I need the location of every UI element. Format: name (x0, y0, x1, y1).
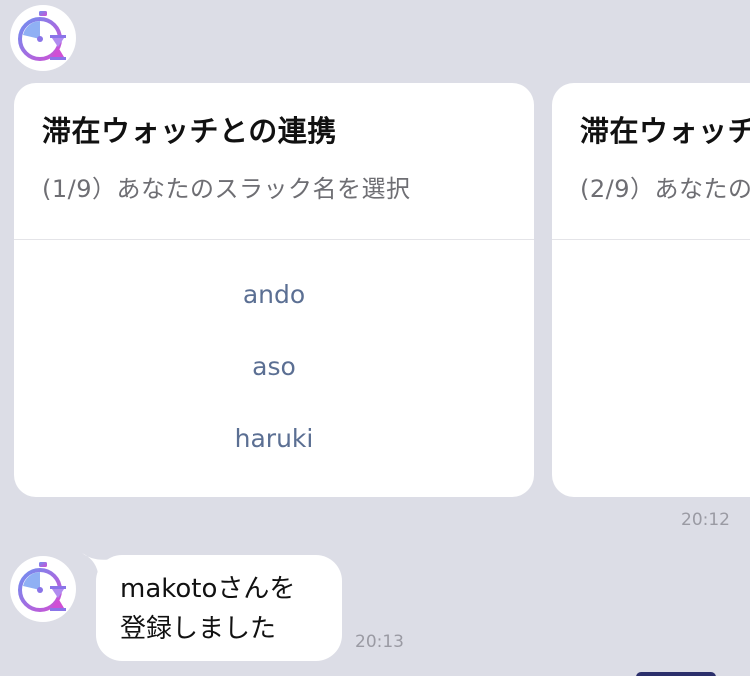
stopwatch-hourglass-icon (18, 562, 66, 612)
card-subtitle: (2/9）あなたのスラック名を選択 (580, 175, 750, 203)
stopwatch-hourglass-icon (18, 11, 66, 61)
card-subtitle: (1/9）あなたのスラック名を選択 (42, 175, 411, 203)
card-title: 滞在ウォッチとの連携 (42, 114, 337, 148)
card-header (552, 83, 750, 240)
next-message-peek (636, 672, 716, 676)
bot-avatar[interactable] (10, 556, 76, 622)
carousel-card-1: 滞在ウォッチとの連携 (1/9）あなたのスラック名を選択 ando aso ha… (14, 83, 534, 497)
chat-screen: 滞在ウォッチとの連携 (1/9）あなたのスラック名を選択 ando aso ha… (0, 0, 750, 676)
bot-avatar[interactable] (10, 5, 76, 71)
bubble-tail (82, 553, 112, 573)
carousel-timestamp: 20:12 (681, 510, 730, 530)
option-aso-button[interactable]: aso (14, 331, 534, 403)
option-ando-button[interactable]: ando (14, 259, 534, 331)
option-haruki-button[interactable]: haruki (14, 403, 534, 475)
message-bubble[interactable]: makotoさんを 登録しました (82, 553, 342, 661)
flex-carousel[interactable]: 滞在ウォッチとの連携 (1/9）あなたのスラック名を選択 ando aso ha… (14, 83, 750, 497)
carousel-card-2: 滞在ウォッチとの連携 (2/9）あなたのスラック名を選択 (552, 83, 750, 497)
message-text: makotoさんを 登録しました (120, 574, 296, 644)
option-list: ando aso haruki (14, 259, 534, 475)
card-title: 滞在ウォッチとの連携 (580, 114, 750, 148)
card-header (14, 83, 534, 240)
message-timestamp: 20:13 (355, 632, 404, 652)
